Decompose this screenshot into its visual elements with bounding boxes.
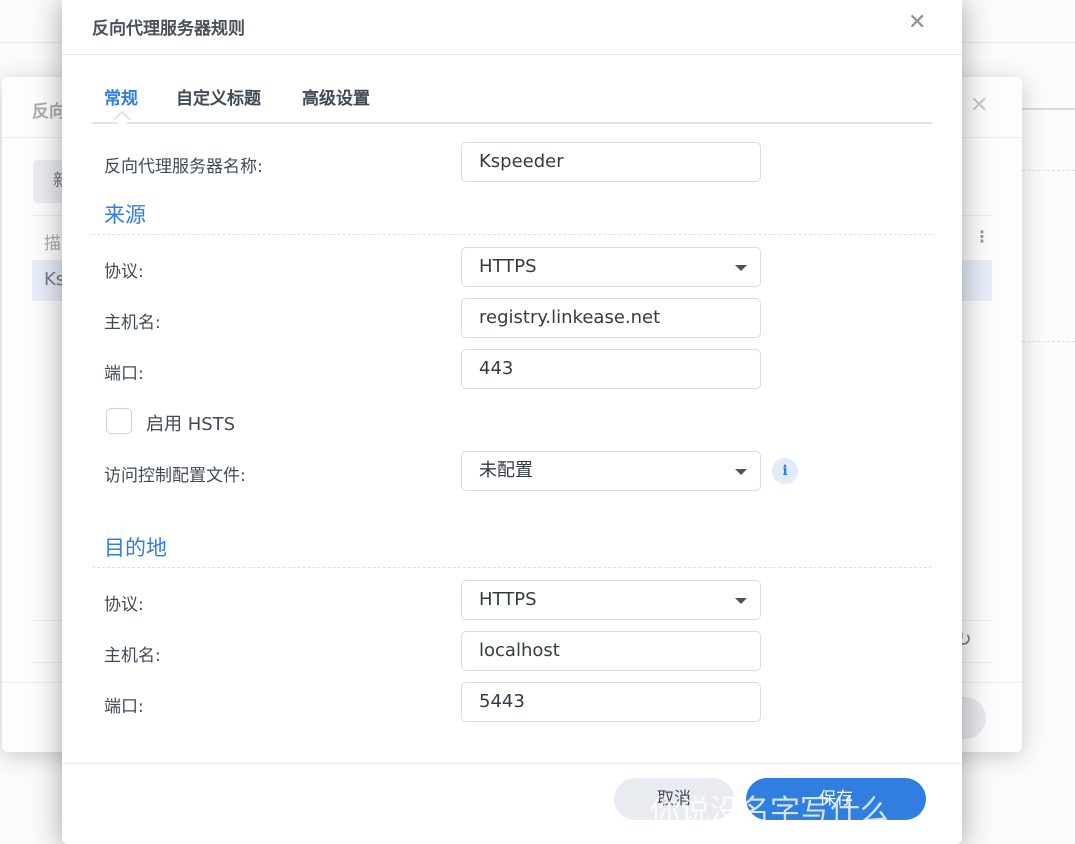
source-port-label: 端口:: [104, 364, 144, 384]
acl-label: 访问控制配置文件:: [104, 466, 246, 486]
destination-protocol-select[interactable]: HTTPS: [461, 580, 761, 620]
info-icon[interactable]: i: [772, 458, 798, 484]
destination-port-label: 端口:: [104, 697, 144, 717]
active-tab-indicator: [113, 110, 131, 128]
tab-advanced[interactable]: 高级设置: [302, 84, 370, 109]
reverse-proxy-rule-dialog: 反向代理服务器规则 ✕ 常规 自定义标题 高级设置 反向代理服务器名称: Ksp…: [62, 0, 962, 844]
source-heading: 来源: [104, 203, 146, 227]
bg-divider: [1022, 341, 1075, 342]
more-options-icon[interactable]: ⋮: [974, 227, 990, 246]
close-icon[interactable]: ✕: [908, 10, 926, 35]
destination-heading: 目的地: [104, 536, 167, 560]
tab-custom-header[interactable]: 自定义标题: [176, 84, 261, 109]
background-dialog-title: 反向: [32, 102, 66, 122]
source-hostname-label: 主机名:: [104, 313, 161, 333]
chevron-down-icon: [735, 598, 747, 604]
source-hostname-input[interactable]: registry.linkease.net: [461, 298, 761, 338]
destination-protocol-value: HTTPS: [479, 589, 537, 610]
acl-profile-select[interactable]: 未配置: [461, 451, 761, 491]
name-label: 反向代理服务器名称:: [104, 157, 263, 177]
tab-general[interactable]: 常规: [104, 84, 138, 109]
section-divider: [92, 234, 932, 235]
destination-hostname-input[interactable]: localhost: [461, 631, 761, 671]
close-icon[interactable]: ✕: [970, 93, 988, 118]
bg-divider: [962, 42, 1075, 43]
source-port-input[interactable]: 443: [461, 349, 761, 389]
source-protocol-value: HTTPS: [479, 256, 537, 277]
footer-border: [62, 763, 962, 764]
dialog-title: 反向代理服务器规则: [92, 19, 245, 39]
hsts-label[interactable]: 启用 HSTS: [146, 410, 235, 436]
bg-divider: [1022, 170, 1075, 171]
tab-bar-border: [92, 122, 932, 124]
source-protocol-label: 协议:: [104, 262, 144, 282]
bg-divider: [1022, 108, 1075, 110]
hsts-checkbox[interactable]: [106, 408, 132, 434]
bg-divider: [0, 42, 60, 43]
column-header-description[interactable]: 描: [44, 229, 61, 254]
destination-hostname-label: 主机名:: [104, 646, 161, 666]
chevron-down-icon: [735, 265, 747, 271]
acl-profile-value: 未配置: [479, 460, 533, 481]
name-input[interactable]: Kspeeder: [461, 142, 761, 182]
save-button[interactable]: 保存: [746, 778, 926, 820]
source-protocol-select[interactable]: HTTPS: [461, 247, 761, 287]
chevron-down-icon: [735, 469, 747, 475]
cancel-button[interactable]: 取消: [614, 778, 734, 820]
destination-protocol-label: 协议:: [104, 595, 144, 615]
destination-port-input[interactable]: 5443: [461, 682, 761, 722]
header-border: [62, 54, 962, 55]
section-divider: [92, 567, 932, 568]
